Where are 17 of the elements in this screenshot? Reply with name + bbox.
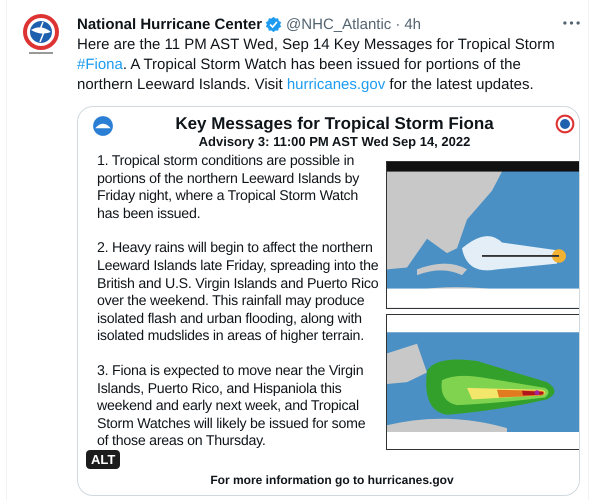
image-title: Key Messages for Tropical Storm Fiona	[174, 113, 495, 134]
message-paragraph: 1. Tropical storm conditions are possible in portions of the northern Leeward Islands by Friday night, where a Tropical Storm Watch has been issued.	[97, 153, 360, 224]
message-paragraph: 2. Heavy rains will begin to affect the northern Leeward Islands late Friday, spreading into the British and U.S. Virgin Islands and Puerto Rico over the weekend. This rainfall may produce isolated flash and urban flooding, along with isolated mudslides in areas of higher terrain.	[97, 240, 380, 346]
tweet-text: Here are the 11 PM AST Wed, Sep 14 Key Messages for Tropical Storm #Fiona. A Tropical Storm Watch has been issued for portions of the northern Leeward Islands. Visit hurricanes.gov for the latest updates.	[77, 35, 556, 95]
image-subtitle: Advisory 3: 11:00 PM AST Wed Sep 14, 2022	[198, 134, 472, 150]
author-name[interactable]: National Hurricane Center	[77, 16, 262, 32]
image-card[interactable]	[77, 106, 580, 496]
verified-badge-icon	[265, 16, 282, 32]
message-paragraph: 3. Fiona is expected to move near the Virgin Islands, Puerto Rico, and Hispaniola this weekend and early next week, and Tropical Storm Watches will likely be issued for some of those areas on Thursday.	[97, 362, 366, 451]
separator-dot: ·	[395, 16, 400, 32]
logo-icon	[92, 115, 114, 137]
image-footer: For more information go to hurricanes.gov	[210, 473, 454, 487]
alt-badge[interactable]: ALT	[86, 450, 120, 469]
user-handle[interactable]: @NHC_Atlantic	[286, 16, 392, 32]
more-icon[interactable]	[563, 21, 580, 25]
timestamp[interactable]: 4h	[404, 16, 421, 32]
logo-icon	[555, 114, 575, 134]
